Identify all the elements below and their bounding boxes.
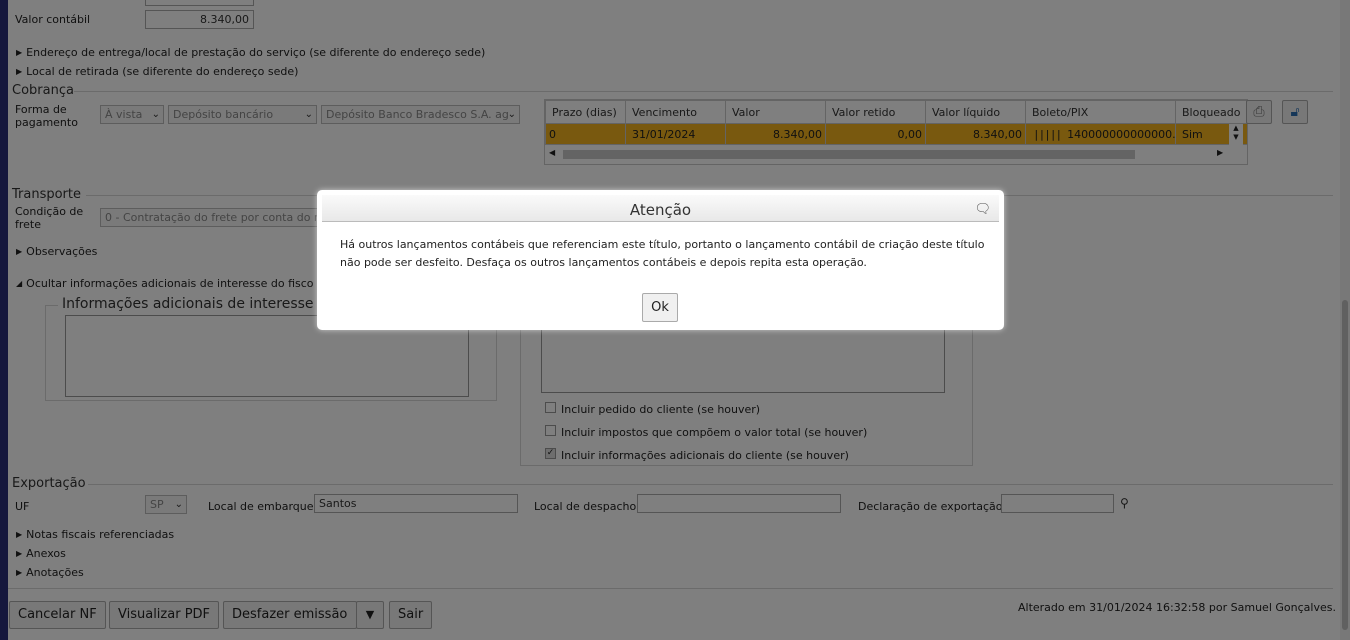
attention-dialog: Atenção 🗨︎ Há outros lançamentos contábe… bbox=[317, 190, 1004, 330]
dialog-title: Atenção bbox=[629, 201, 692, 219]
speech-bubble-icon[interactable]: 🗨︎ bbox=[974, 195, 991, 225]
dialog-title-bar: Atenção 🗨︎ bbox=[322, 195, 999, 222]
dialog-message: Há outros lançamentos contábeis que refe… bbox=[340, 238, 985, 269]
ok-button[interactable]: Ok bbox=[642, 293, 678, 322]
